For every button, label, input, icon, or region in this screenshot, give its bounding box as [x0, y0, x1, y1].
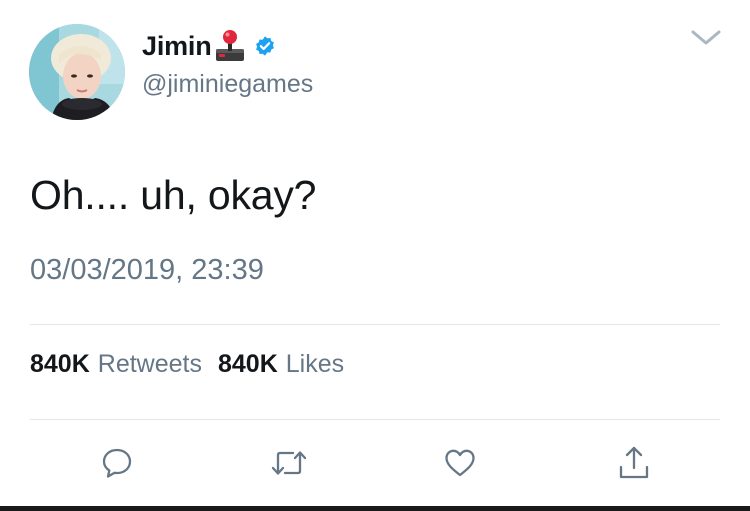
retweets-count: 840K [30, 350, 90, 378]
retweets-stat[interactable]: 840K Retweets [30, 350, 202, 379]
divider [30, 419, 720, 420]
verified-badge-icon [254, 35, 276, 57]
share-button[interactable] [614, 445, 654, 485]
like-icon [443, 447, 477, 484]
tweet-timestamp: 03/03/2019, 23:39 [30, 254, 264, 286]
tweet-actions [0, 445, 750, 485]
joystick-icon [214, 29, 246, 63]
share-icon [617, 445, 651, 486]
reply-button[interactable] [97, 445, 137, 485]
display-name[interactable]: Jimin [142, 31, 212, 62]
retweet-icon [269, 446, 309, 485]
like-button[interactable] [440, 445, 480, 485]
user-handle[interactable]: @jiminiegames [142, 70, 313, 99]
avatar[interactable] [29, 24, 125, 120]
reply-icon [100, 446, 134, 485]
retweets-label: Retweets [97, 350, 202, 378]
chevron-down-icon[interactable] [690, 28, 722, 48]
likes-label: Likes [285, 350, 345, 378]
retweet-button[interactable] [269, 445, 309, 485]
likes-stat[interactable]: 840K Likes [218, 350, 344, 379]
divider [30, 324, 720, 325]
likes-count: 840K [217, 350, 278, 378]
bottom-edge [0, 506, 750, 511]
tweet-detail: Jimin @jiminiegames Oh.... uh, okay? 03/… [0, 0, 750, 511]
tweet-text: Oh.... uh, okay? [30, 172, 317, 218]
user-name-row: Jimin [142, 26, 276, 66]
tweet-stats: 840K Retweets 840K Likes [30, 350, 344, 379]
